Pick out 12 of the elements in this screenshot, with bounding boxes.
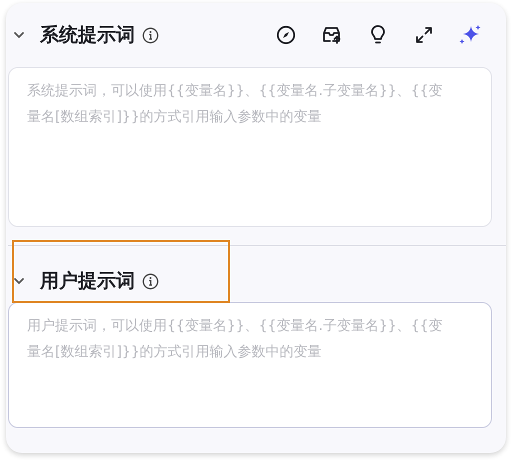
prompt-input[interactable]: 系统提示词，可以使用{{变量名}}、{{变量名.子变量名}}、{{变量名[数组索引]}}的方式引用输入参数中的变量 xyxy=(8,67,492,227)
sparkle-icon xyxy=(459,24,481,46)
toolbar-button[interactable] xyxy=(274,23,298,47)
lightbulb-icon xyxy=(368,24,388,46)
tray-upload-icon xyxy=(321,25,343,45)
expand-icon xyxy=(414,25,434,45)
section-title: 系统提示词 xyxy=(40,23,135,48)
compass-icon xyxy=(276,25,296,45)
info-icon[interactable] xyxy=(142,272,159,290)
prompt-input[interactable]: 用户提示词，可以使用{{变量名}}、{{变量名.子变量名}}、{{变量名[数组索引]}}的方式引用输入参数中的变量 xyxy=(8,302,492,428)
section-title: 用户提示词 xyxy=(40,269,135,294)
info-icon[interactable] xyxy=(142,26,159,44)
